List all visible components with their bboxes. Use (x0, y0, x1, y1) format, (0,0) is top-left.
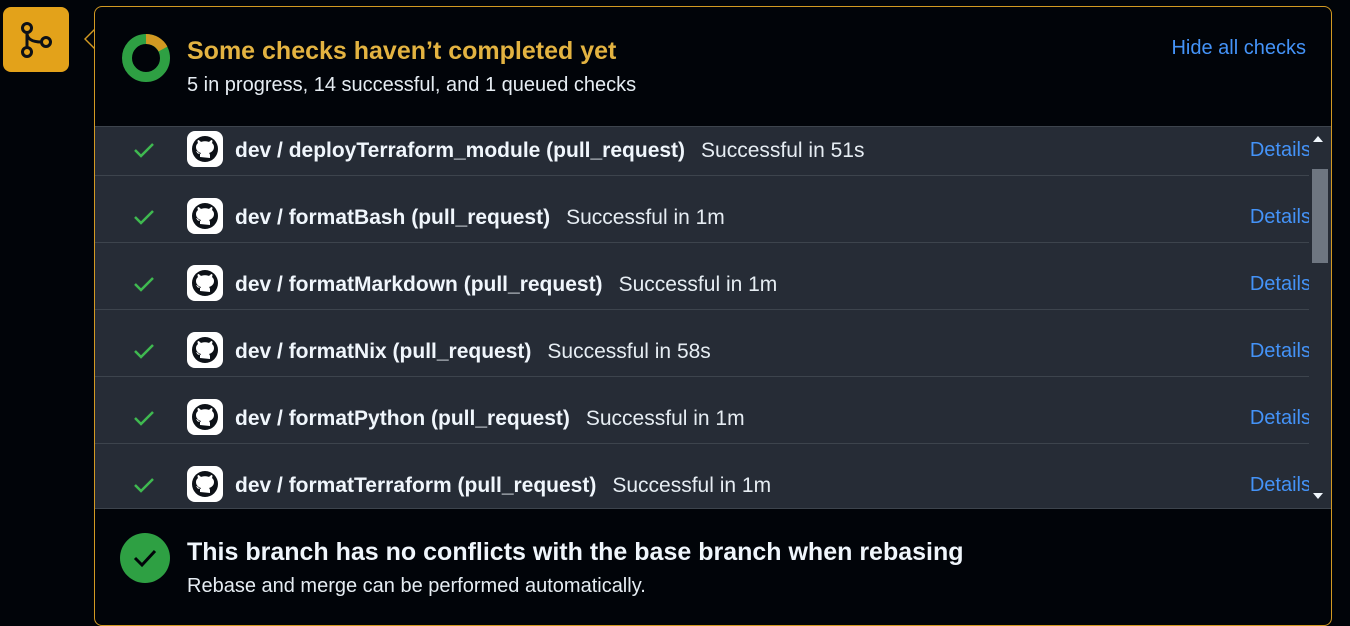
scroll-thumb[interactable] (1312, 169, 1328, 263)
checks-scrollbar[interactable] (1309, 127, 1331, 508)
check-status: Successful in 58s (547, 340, 711, 363)
check-icon (134, 478, 154, 493)
check-icon (134, 210, 154, 225)
check-name: dev / formatMarkdown (pull_request) (235, 273, 603, 296)
scroll-up-arrow-icon[interactable] (1313, 136, 1323, 142)
github-actions-icon (187, 466, 223, 502)
check-details-link[interactable]: Details (1250, 407, 1311, 430)
checks-list[interactable]: dev / deployTerraform_module (pull_reque… (95, 126, 1331, 509)
check-name: dev / formatBash (pull_request) (235, 206, 551, 229)
merge-status-subtitle: Rebase and merge can be performed automa… (187, 575, 646, 597)
check-row: dev / deployTerraform_module (pull_reque… (95, 127, 1311, 176)
checks-header: Some checks haven’t completed yet 5 in p… (95, 7, 1331, 126)
check-row: dev / formatMarkdown (pull_request) Succe… (95, 243, 1311, 310)
check-details-link[interactable]: Details (1250, 139, 1311, 162)
check-text: dev / formatBash (pull_request) Successfu… (235, 206, 725, 230)
check-name: dev / formatNix (pull_request) (235, 340, 532, 363)
check-row: dev / formatTerraform (pull_request) Succ… (95, 444, 1311, 508)
check-text: dev / formatPython (pull_request) Success… (235, 407, 745, 431)
check-text: dev / formatMarkdown (pull_request) Succe… (235, 273, 777, 297)
check-text: dev / formatTerraform (pull_request) Succ… (235, 474, 771, 498)
check-status: Successful in 1m (585, 407, 745, 430)
github-actions-icon (187, 265, 223, 301)
check-name: dev / deployTerraform_module (pull_reque… (235, 139, 686, 162)
check-icon (134, 143, 154, 158)
github-actions-icon (187, 332, 223, 368)
check-details-link[interactable]: Details (1250, 474, 1311, 497)
check-status: Successful in 1m (618, 273, 778, 296)
merge-status-section: This branch has no conflicts with the ba… (95, 509, 1331, 625)
github-actions-icon (187, 198, 223, 234)
check-icon (134, 411, 154, 426)
check-icon (134, 344, 154, 359)
check-status: Successful in 1m (612, 474, 772, 497)
merge-status-badge (3, 7, 69, 72)
check-details-link[interactable]: Details (1250, 273, 1311, 296)
check-row: dev / formatNix (pull_request) Successful… (95, 310, 1311, 377)
git-branch-icon (21, 21, 52, 58)
success-check-circle-icon (120, 533, 170, 583)
check-icon (134, 277, 154, 292)
merge-status-title: This branch has no conflicts with the ba… (187, 538, 964, 566)
check-status: Successful in 1m (566, 206, 725, 229)
merge-checks-panel: Some checks haven’t completed yet 5 in p… (94, 6, 1332, 626)
check-row: dev / formatPython (pull_request) Success… (95, 377, 1311, 444)
hide-all-checks-link[interactable]: Hide all checks (1171, 37, 1306, 60)
check-name: dev / formatTerraform (pull_request) (235, 474, 597, 497)
check-name: dev / formatPython (pull_request) (235, 407, 570, 430)
check-text: dev / formatNix (pull_request) Successful… (235, 340, 711, 364)
check-row: dev / formatBash (pull_request) Successfu… (95, 176, 1311, 243)
check-text: dev / deployTerraform_module (pull_reque… (235, 139, 864, 163)
checks-rows: dev / deployTerraform_module (pull_reque… (95, 127, 1311, 508)
checks-title: Some checks haven’t completed yet (187, 37, 617, 65)
github-actions-icon (187, 399, 223, 435)
checks-summary: 5 in progress, 14 successful, and 1 queu… (187, 74, 637, 96)
check-details-link[interactable]: Details (1250, 206, 1311, 229)
github-actions-icon (187, 131, 223, 167)
scroll-down-arrow-icon[interactable] (1313, 493, 1323, 499)
check-status: Successful in 51s (701, 139, 865, 162)
checks-progress-donut-icon (122, 34, 170, 82)
check-details-link[interactable]: Details (1250, 340, 1311, 363)
